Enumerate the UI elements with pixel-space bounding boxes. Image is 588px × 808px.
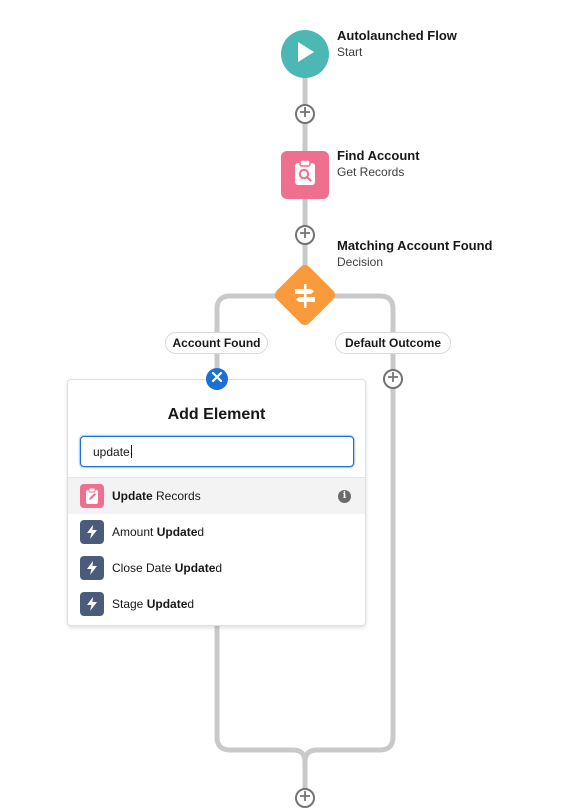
decision-node-subtitle: Decision: [337, 255, 384, 269]
clipboard-edit-icon: [80, 484, 104, 508]
result-item[interactable]: Update Records i: [68, 477, 365, 514]
lightning-icon: [80, 520, 104, 544]
panel-title: Add Element: [167, 406, 266, 423]
flow-canvas: Autolaunched Flow Start Find Account Get…: [0, 0, 588, 808]
add-element-button[interactable]: [295, 104, 315, 124]
start-node-title: Autolaunched Flow: [337, 28, 457, 43]
close-add-element-button[interactable]: [206, 368, 228, 390]
plus-icon: [387, 370, 399, 388]
add-element-button[interactable]: [383, 369, 403, 389]
result-label: Stage Updated: [112, 597, 195, 611]
decision-icon: [289, 281, 321, 311]
result-label: Update Records: [112, 489, 201, 503]
start-node[interactable]: [281, 30, 329, 78]
result-item[interactable]: Close Date Updated: [68, 550, 365, 586]
info-icon[interactable]: i: [338, 489, 351, 503]
plus-icon: [299, 226, 311, 244]
plus-icon: [299, 789, 311, 807]
decision-node-title: Matching Account Found: [337, 238, 493, 253]
clipboard-search-icon: [292, 158, 318, 192]
result-label: Close Date Updated: [112, 561, 223, 575]
get-records-node[interactable]: [281, 151, 329, 199]
add-element-panel: Add Element update Update Records i Amou…: [67, 379, 366, 626]
get-records-node-subtitle: Get Records: [337, 165, 405, 179]
result-item[interactable]: Stage Updated: [68, 586, 365, 622]
search-input[interactable]: update: [80, 436, 354, 467]
lightning-icon: [80, 592, 104, 616]
add-element-button[interactable]: [295, 225, 315, 245]
result-label: Amount Updated: [112, 525, 205, 539]
outcome-label-account-found[interactable]: Account Found: [165, 332, 268, 354]
lightning-icon: [80, 556, 104, 580]
add-element-button[interactable]: [295, 788, 315, 808]
plus-icon: [299, 105, 311, 123]
text-caret: [130, 445, 132, 458]
result-item[interactable]: Amount Updated: [68, 514, 365, 550]
start-node-subtitle: Start: [337, 45, 363, 59]
close-icon: [211, 370, 223, 388]
play-icon: [295, 41, 315, 68]
get-records-node-title: Find Account: [337, 148, 420, 163]
search-input-value: update: [93, 444, 130, 459]
outcome-label-default[interactable]: Default Outcome: [335, 332, 451, 354]
